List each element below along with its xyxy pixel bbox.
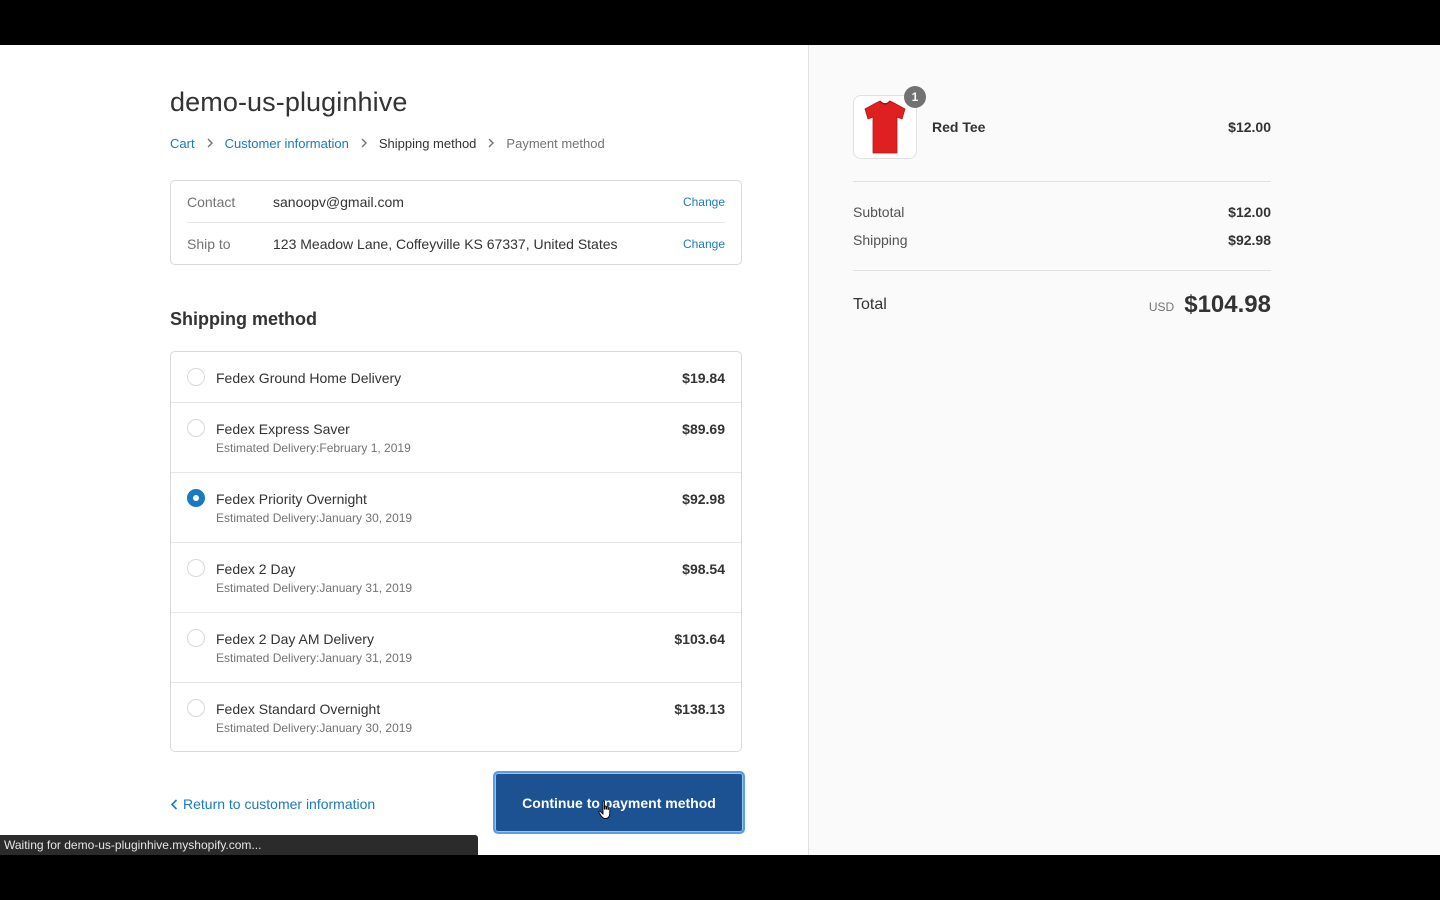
- shipping-option-name: Fedex 2 Day AM Delivery: [216, 631, 374, 647]
- shipping-method-heading: Shipping method: [170, 309, 317, 329]
- shipping-option-selected[interactable]: Fedex Priority Overnight Estimated Deliv…: [171, 473, 741, 543]
- shipping-option[interactable]: Fedex 2 Day Estimated Delivery:January 3…: [171, 543, 741, 613]
- contact-label: Contact: [187, 193, 236, 210]
- return-to-customer-information-link[interactable]: Return to customer information: [170, 796, 375, 812]
- checkout-main: demo-us-pluginhive Cart Customer informa…: [0, 45, 808, 855]
- breadcrumb-shipping-method: Shipping method: [378, 135, 477, 151]
- return-link-label: Return to customer information: [183, 796, 376, 812]
- product-price: $12.00: [1228, 119, 1271, 135]
- shipping-methods-list: Fedex Ground Home Delivery $19.84 Fedex …: [170, 351, 742, 752]
- shipping-option-delivery: Estimated Delivery:January 31, 2019: [216, 581, 413, 595]
- continue-to-payment-button[interactable]: Continue to payment method: [493, 771, 745, 834]
- chevron-left-icon: [170, 798, 179, 810]
- shipping-value: $92.98: [1228, 232, 1271, 248]
- chevron-right-icon: [359, 138, 369, 148]
- store-name[interactable]: demo-us-pluginhive: [170, 87, 407, 118]
- quantity-badge: 1: [904, 86, 926, 108]
- shipping-option-price: $103.64: [674, 631, 725, 647]
- subtotal-value: $12.00: [1228, 204, 1271, 220]
- shipping-row: Shipping $92.98: [853, 232, 1271, 248]
- product-name: Red Tee: [932, 119, 986, 135]
- breadcrumb-payment-method: Payment method: [506, 135, 605, 151]
- shipping-option-delivery: Estimated Delivery:January 31, 2019: [216, 651, 413, 665]
- breadcrumb-customer-information[interactable]: Customer information: [225, 136, 349, 151]
- review-row-ship-to: Ship to 123 Meadow Lane, Coffeyville KS …: [187, 223, 725, 265]
- order-summary: 1 Red Tee $12.00 Subtotal $12.00 Shippin…: [808, 45, 1440, 855]
- radio-button[interactable]: [187, 699, 205, 717]
- change-contact-link[interactable]: Change: [683, 195, 725, 209]
- review-row-contact: Contact sanoopv@gmail.com Change: [187, 181, 725, 223]
- summary-divider: [853, 270, 1271, 271]
- shipping-option-name: Fedex Standard Overnight: [216, 701, 381, 717]
- shipping-option[interactable]: Fedex Express Saver Estimated Delivery:F…: [171, 403, 741, 473]
- radio-button[interactable]: [187, 419, 205, 437]
- total-row: Total USD $104.98: [853, 290, 1271, 320]
- shipping-option-delivery: Estimated Delivery:January 30, 2019: [216, 721, 413, 735]
- shipping-option-name: Fedex Ground Home Delivery: [216, 370, 402, 386]
- radio-button[interactable]: [187, 368, 205, 386]
- bottom-letterbox: [0, 855, 1440, 900]
- total-label: Total: [853, 296, 887, 313]
- breadcrumb: Cart Customer information Shipping metho…: [170, 135, 605, 151]
- shipping-option-name: Fedex Express Saver: [216, 421, 350, 437]
- shipping-option-price: $92.98: [682, 491, 725, 507]
- shipping-option[interactable]: Fedex Standard Overnight Estimated Deliv…: [171, 683, 741, 751]
- shipping-option-price: $89.69: [682, 421, 725, 437]
- summary-divider: [853, 181, 1271, 182]
- shipping-label: Shipping: [853, 232, 908, 248]
- browser-status-bar: Waiting for demo-us-pluginhive.myshopify…: [0, 835, 478, 855]
- total-amount-group: USD $104.98: [1149, 291, 1271, 319]
- product-line-item: 1 Red Tee $12.00: [853, 86, 1271, 159]
- currency-code: USD: [1148, 300, 1175, 314]
- shipping-option[interactable]: Fedex 2 Day AM Delivery Estimated Delive…: [171, 613, 741, 683]
- contact-value: sanoopv@gmail.com: [273, 193, 404, 210]
- radio-button[interactable]: [187, 629, 205, 647]
- breadcrumb-cart[interactable]: Cart: [170, 136, 195, 151]
- ship-to-label: Ship to: [187, 236, 231, 252]
- shipping-option-name: Fedex 2 Day: [216, 561, 296, 577]
- shipping-option-name: Fedex Priority Overnight: [216, 491, 367, 507]
- chevron-right-icon: [486, 138, 496, 148]
- radio-button[interactable]: [187, 559, 205, 577]
- ship-to-value: 123 Meadow Lane, Coffeyville KS 67337, U…: [273, 236, 618, 252]
- chevron-right-icon: [205, 138, 215, 148]
- total-amount: $104.98: [1184, 291, 1271, 318]
- top-letterbox: [0, 0, 1440, 45]
- subtotal-row: Subtotal $12.00: [853, 204, 1271, 220]
- change-ship-to-link[interactable]: Change: [683, 237, 725, 251]
- shipping-option-delivery: Estimated Delivery:February 1, 2019: [216, 441, 411, 455]
- shipping-option-price: $19.84: [682, 370, 725, 386]
- subtotal-label: Subtotal: [853, 204, 905, 220]
- shipping-option-price: $138.13: [674, 701, 725, 717]
- shipping-option-delivery: Estimated Delivery:January 30, 2019: [216, 511, 413, 525]
- shipping-option-price: $98.54: [682, 561, 725, 577]
- red-tshirt-icon: [864, 100, 906, 154]
- review-block: Contact sanoopv@gmail.com Change Ship to…: [170, 180, 742, 265]
- shipping-option[interactable]: Fedex Ground Home Delivery $19.84: [171, 352, 741, 403]
- radio-button-checked[interactable]: [187, 489, 205, 507]
